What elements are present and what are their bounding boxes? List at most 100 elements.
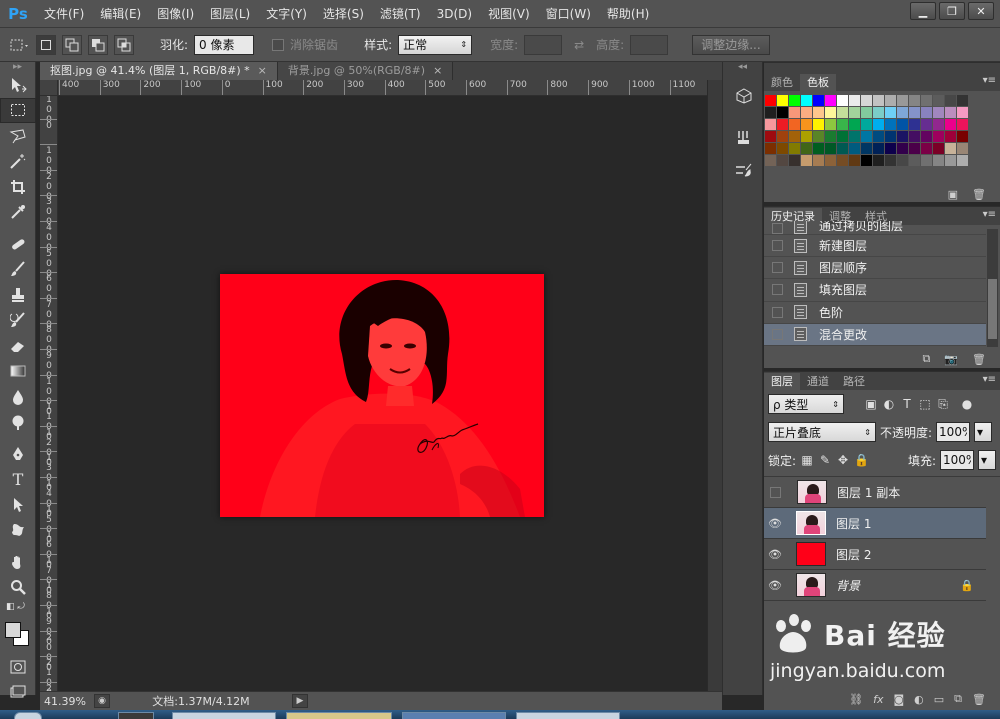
color-swatch[interactable] <box>777 155 788 166</box>
new-group-icon[interactable]: ▭ <box>934 693 944 706</box>
menu-3d[interactable]: 3D(D) <box>429 0 480 28</box>
opacity-dropdown-icon[interactable]: ▾ <box>974 422 993 442</box>
status-arrow-icon[interactable]: ▶ <box>292 694 308 708</box>
color-swatch[interactable] <box>957 155 968 166</box>
menu-window[interactable]: 窗口(W) <box>538 0 599 28</box>
color-swatch[interactable] <box>825 143 836 154</box>
new-document-from-state-icon[interactable]: ⧉ <box>922 352 930 366</box>
color-swatch[interactable] <box>813 143 824 154</box>
color-swatch[interactable] <box>945 143 956 154</box>
color-swatch[interactable] <box>909 95 920 106</box>
taskbar-button[interactable] <box>402 712 506 719</box>
visibility-toggle[interactable] <box>770 486 781 498</box>
color-swatch[interactable] <box>801 143 812 154</box>
layer-row[interactable]: 👁 背景 🔒 <box>764 570 986 601</box>
trash-icon[interactable]: 🗑 <box>972 693 986 706</box>
zoom-tool-icon[interactable] <box>0 575 36 601</box>
history-snapshot-checkbox[interactable] <box>772 284 783 296</box>
color-swatch[interactable] <box>897 119 908 130</box>
width-input[interactable] <box>524 34 563 55</box>
color-swatch[interactable] <box>789 119 800 130</box>
history-item[interactable]: 色阶 <box>764 302 986 324</box>
ruler-origin[interactable] <box>40 80 58 96</box>
history-brush-tool-icon[interactable] <box>0 308 36 334</box>
color-swatch[interactable] <box>897 155 908 166</box>
color-swatch[interactable] <box>945 95 956 106</box>
blend-mode-select[interactable]: 正片叠底 ⇕ <box>768 422 876 442</box>
color-swatch[interactable] <box>813 95 824 106</box>
color-swatch[interactable] <box>957 107 968 118</box>
color-swatch[interactable] <box>813 107 824 118</box>
crop-tool-icon[interactable] <box>0 174 36 200</box>
vertical-ruler[interactable]: 1000100200300400500600700800900100011001… <box>40 96 58 691</box>
color-swatch[interactable] <box>837 143 848 154</box>
color-swatch[interactable] <box>765 95 776 106</box>
color-swatch[interactable] <box>933 155 944 166</box>
trash-icon[interactable]: 🗑 <box>972 353 986 366</box>
color-swatch[interactable] <box>825 131 836 142</box>
color-swatch[interactable] <box>765 107 776 118</box>
filter-toggle-icon[interactable]: ● <box>960 397 974 411</box>
status-menu-icon[interactable]: ◉ <box>94 694 110 708</box>
color-swatch[interactable] <box>813 131 824 142</box>
rectangular-marquee-tool-icon[interactable] <box>0 97 36 123</box>
taskbar-button[interactable] <box>286 712 392 719</box>
color-swatch[interactable] <box>849 155 860 166</box>
color-swatch[interactable] <box>933 131 944 142</box>
color-swatch[interactable] <box>849 131 860 142</box>
history-item[interactable]: 填充图层 <box>764 279 986 302</box>
new-layer-icon[interactable]: ⧉ <box>954 692 962 706</box>
color-swatch[interactable] <box>921 107 932 118</box>
filter-shape-icon[interactable]: ⬚ <box>918 397 932 411</box>
quick-mask-icon[interactable] <box>0 654 36 680</box>
history-item[interactable]: 新建图层 <box>764 235 986 258</box>
gradient-tool-icon[interactable] <box>0 359 36 385</box>
color-swatch[interactable] <box>933 119 944 130</box>
intersect-selection-button[interactable] <box>114 34 134 55</box>
color-swatch[interactable] <box>873 131 884 142</box>
layer-style-icon[interactable]: fx <box>873 693 883 706</box>
menu-view[interactable]: 视图(V) <box>480 0 538 28</box>
brush-panel-icon[interactable] <box>723 122 764 154</box>
color-swatch[interactable] <box>861 143 872 154</box>
color-swatch[interactable] <box>777 131 788 142</box>
color-swatch[interactable] <box>849 95 860 106</box>
minimize-button[interactable]: ▁ <box>910 2 936 20</box>
menu-select[interactable]: 选择(S) <box>315 0 372 28</box>
color-swatch[interactable] <box>861 131 872 142</box>
color-swatch[interactable] <box>885 143 896 154</box>
color-swatch[interactable] <box>897 107 908 118</box>
zoom-level[interactable]: 41.39% <box>40 695 88 708</box>
color-swatch[interactable] <box>789 95 800 106</box>
eye-icon[interactable]: 👁 <box>764 548 786 561</box>
layer-row[interactable]: 图层 1 副本 <box>764 477 986 508</box>
color-swatch[interactable] <box>837 131 848 142</box>
color-swatch[interactable] <box>861 155 872 166</box>
color-swatch[interactable] <box>909 131 920 142</box>
color-swatch[interactable] <box>957 95 968 106</box>
color-swatch[interactable] <box>921 155 932 166</box>
color-swatch[interactable] <box>885 119 896 130</box>
color-swatch[interactable] <box>825 107 836 118</box>
path-selection-tool-icon[interactable] <box>0 492 36 518</box>
color-swatch[interactable] <box>789 143 800 154</box>
brush-presets-icon[interactable] <box>723 154 764 186</box>
panel-menu-icon[interactable]: ▾≡ <box>983 75 996 86</box>
color-swatch[interactable] <box>801 95 812 106</box>
color-swatch[interactable] <box>873 143 884 154</box>
color-swatch[interactable] <box>873 119 884 130</box>
color-swatch[interactable] <box>765 155 776 166</box>
menu-image[interactable]: 图像(I) <box>149 0 202 28</box>
tab-channels[interactable]: 通道 <box>800 373 836 390</box>
history-item-current[interactable]: 混合更改 <box>764 323 986 346</box>
color-swatch[interactable] <box>873 95 884 106</box>
close-tab-icon[interactable]: × <box>258 62 267 80</box>
lock-position-icon[interactable]: ✥ <box>836 453 850 467</box>
history-snapshot-checkbox[interactable] <box>772 223 783 234</box>
move-tool-icon[interactable] <box>0 72 36 98</box>
filter-smart-object-icon[interactable]: ⎘ <box>936 397 950 412</box>
color-swatch[interactable] <box>897 143 908 154</box>
color-swatch[interactable] <box>885 155 896 166</box>
feather-input[interactable] <box>194 34 255 55</box>
color-swatch[interactable] <box>945 155 956 166</box>
